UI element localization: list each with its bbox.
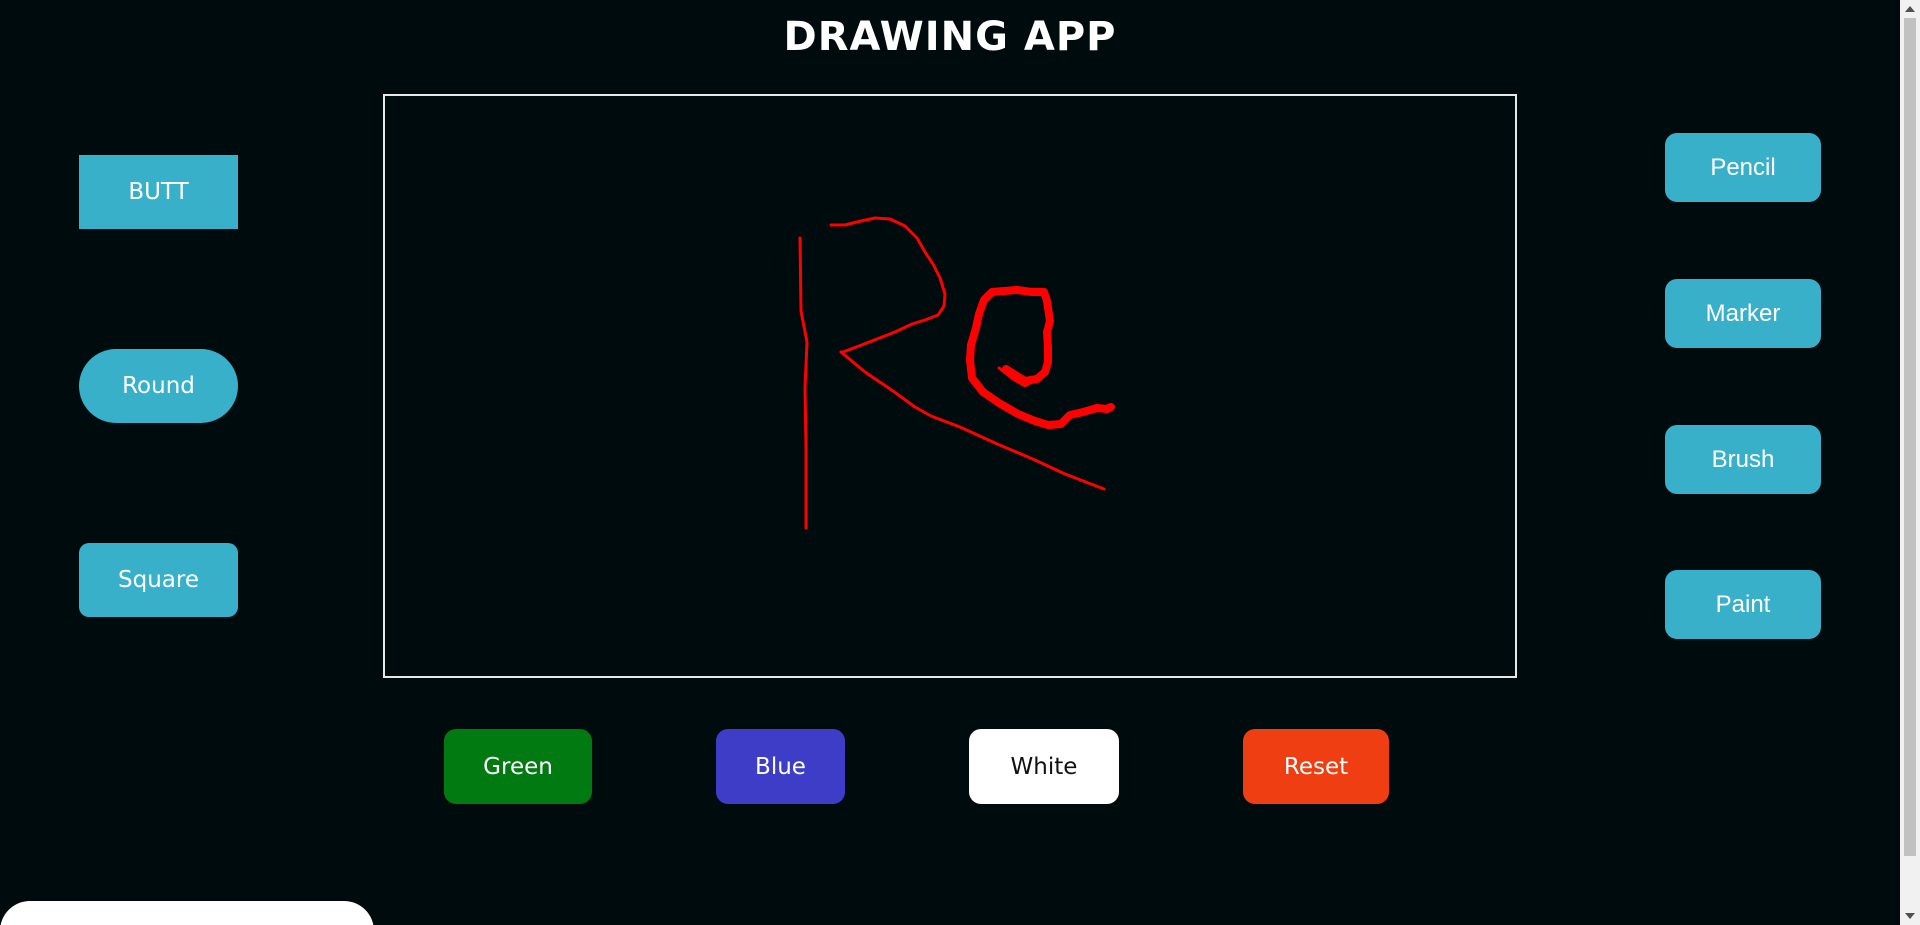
green-color-button[interactable]: Green <box>444 729 592 804</box>
brush-tool-button[interactable]: Brush <box>1665 425 1821 494</box>
bottom-popup-edge <box>0 901 374 925</box>
paint-tool-button[interactable]: Paint <box>1665 570 1821 639</box>
scroll-down-icon[interactable] <box>1905 913 1915 919</box>
vertical-scrollbar[interactable] <box>1900 0 1920 925</box>
marker-tool-button[interactable]: Marker <box>1665 279 1821 348</box>
drawn-stroke <box>798 236 809 530</box>
drawn-stroke <box>966 286 1115 429</box>
drawing-app-page: DRAWING APP BUTT Round Square Pencil Mar… <box>0 0 1920 925</box>
canvas-drawing <box>798 216 1115 530</box>
reset-button[interactable]: Reset <box>1243 729 1389 804</box>
round-cap-button[interactable]: Round <box>79 349 238 423</box>
blue-color-button[interactable]: Blue <box>716 729 845 804</box>
butt-cap-button[interactable]: BUTT <box>79 155 238 229</box>
page-title: DRAWING APP <box>783 14 1117 60</box>
drawing-canvas[interactable] <box>383 94 1517 678</box>
square-cap-button[interactable]: Square <box>79 543 238 617</box>
drawn-stroke <box>829 216 947 354</box>
scroll-up-icon[interactable] <box>1905 6 1915 12</box>
pencil-tool-button[interactable]: Pencil <box>1665 133 1821 202</box>
scrollbar-thumb[interactable] <box>1904 18 1916 856</box>
white-color-button[interactable]: White <box>969 729 1119 804</box>
